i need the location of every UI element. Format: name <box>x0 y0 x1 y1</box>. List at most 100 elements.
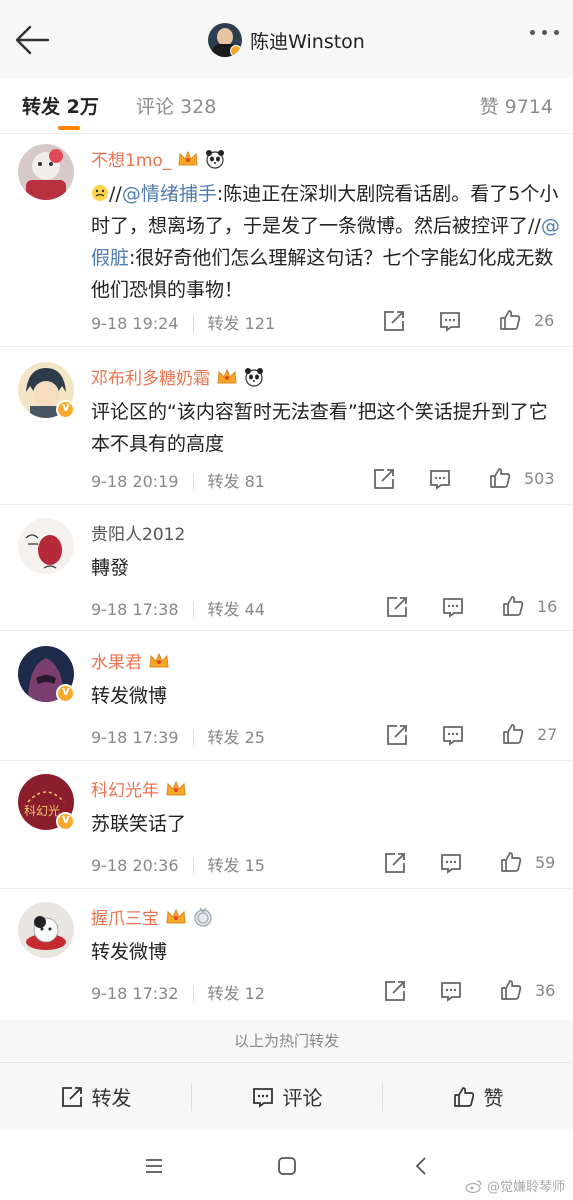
vip-crown-icon <box>166 780 186 795</box>
top-bar: 陈迪Winston <box>0 0 573 78</box>
active-tab-indicator <box>58 126 80 130</box>
forward-button[interactable]: 转发 <box>0 1063 191 1130</box>
avatar[interactable] <box>18 902 74 958</box>
username-text: 科幻光年 <box>91 781 159 801</box>
timestamp: 9-18 17:39 <box>91 728 179 747</box>
share-icon[interactable] <box>385 595 409 619</box>
like-count: 36 <box>535 981 556 1000</box>
avatar[interactable] <box>18 518 74 574</box>
divider <box>0 630 573 631</box>
divider <box>0 346 573 347</box>
comment-icon[interactable] <box>441 723 465 747</box>
forward-count[interactable]: 转发 44 <box>208 600 265 619</box>
post-meta: 9-18 20:19 转发 81 <box>91 468 265 492</box>
username-text: 邓布利多糖奶霜 <box>91 369 210 389</box>
vip-crown-icon <box>166 908 186 923</box>
tab-comment-label: 评论 328 <box>136 96 217 118</box>
timestamp: 9-18 20:19 <box>91 472 179 491</box>
forward-button-label: 转发 <box>91 1086 132 1110</box>
username[interactable]: 贵阳人2012 <box>91 520 185 545</box>
divider <box>0 760 573 761</box>
repost-item: 科幻光 科幻光年 苏联笑话了 9-18 20:36 转发 15 59 <box>0 774 573 884</box>
tab-like-label: 赞 9714 <box>479 96 553 118</box>
post-meta: 9-18 17:38 转发 44 <box>91 596 265 620</box>
repost-content: 评论区的“该内容暂时无法查看”把这个笑话提升到了它本不具有的高度 <box>91 401 548 455</box>
forward-count[interactable]: 转发 121 <box>208 314 276 333</box>
username-text: 握爪三宝 <box>91 909 159 929</box>
vip-crown-icon <box>217 368 237 383</box>
forward-count[interactable]: 转发 25 <box>208 728 265 747</box>
username[interactable]: 不想1mo_ <box>91 146 225 171</box>
watermark-text: @觉嫌聆琴师 <box>486 1180 565 1195</box>
medal-badge-icon <box>194 907 212 927</box>
share-icon[interactable] <box>383 979 407 1003</box>
timestamp: 9-18 20:36 <box>91 856 179 875</box>
tab-like[interactable]: 赞 9714 <box>480 92 553 119</box>
share-icon[interactable] <box>383 851 407 875</box>
timestamp: 9-18 17:32 <box>91 984 179 1003</box>
repost-content: 轉發 <box>91 557 130 579</box>
repost-content: 转发微博 <box>91 941 168 963</box>
repost-item: 邓布利多糖奶霜 评论区的“该内容暂时无法查看”把这个笑话提升到了它本不具有的高度… <box>0 362 573 502</box>
like-count: 26 <box>534 311 555 330</box>
menu-icon[interactable] <box>142 1154 166 1178</box>
comment-icon[interactable] <box>438 309 462 333</box>
repost-content: //@情绪捕手:陈迪正在深圳大剧院看话剧。看了5个小时了，想离场了，于是发了一条… <box>91 178 561 306</box>
comment-button[interactable]: 评论 <box>191 1063 382 1130</box>
like-button[interactable]: 赞 <box>382 1063 573 1130</box>
comment-icon <box>252 1087 273 1108</box>
repost-item: 握爪三宝 转发微博 9-18 17:32 转发 12 36 <box>0 902 573 1012</box>
forward-count[interactable]: 转发 81 <box>208 472 265 491</box>
verified-badge-icon <box>56 684 75 703</box>
username[interactable]: 科幻光年 <box>91 776 187 801</box>
like-icon[interactable] <box>498 308 522 332</box>
forward-count[interactable]: 转发 12 <box>208 984 265 1003</box>
watermark: @觉嫌聆琴师 <box>465 1176 565 1195</box>
like-icon[interactable] <box>488 466 512 490</box>
forward-count[interactable]: 转发 15 <box>208 856 265 875</box>
more-options-icon[interactable] <box>530 30 559 35</box>
repost-content: 苏联笑话了 <box>91 813 187 835</box>
tab-forward[interactable]: 转发 2万 <box>22 92 99 130</box>
author-avatar[interactable] <box>208 23 243 57</box>
username[interactable]: 邓布利多糖奶霜 <box>91 364 264 389</box>
share-icon[interactable] <box>385 723 409 747</box>
bottom-toolbar: 转发 评论 赞 <box>0 1062 573 1130</box>
tab-forward-label: 转发 2万 <box>22 96 99 118</box>
timestamp: 9-18 19:24 <box>91 314 179 333</box>
like-icon <box>453 1086 474 1107</box>
verified-badge-icon <box>56 400 75 419</box>
post-meta: 9-18 17:32 转发 12 <box>91 980 265 1004</box>
page-title-group[interactable]: 陈迪Winston <box>0 20 573 60</box>
username-text: 不想1mo_ <box>91 151 172 171</box>
repost-item: 不想1mo_ //@情绪捕手:陈迪正在深圳大剧院看话剧。看了5个小时了，想离场了… <box>0 144 573 352</box>
username[interactable]: 握爪三宝 <box>91 904 213 929</box>
panda-badge-icon <box>245 367 263 387</box>
share-icon[interactable] <box>372 467 396 491</box>
post-meta: 9-18 17:39 转发 25 <box>91 724 265 748</box>
weibo-logo-icon <box>465 1179 482 1193</box>
tab-comment[interactable]: 评论 328 <box>136 92 216 119</box>
like-icon[interactable] <box>501 594 525 618</box>
share-icon[interactable] <box>382 309 406 333</box>
back-icon[interactable] <box>410 1154 434 1178</box>
like-icon[interactable] <box>499 978 523 1002</box>
repost-item: 水果君 转发微博 9-18 17:39 转发 25 27 <box>0 646 573 756</box>
tab-bar: 转发 2万 评论 328 赞 9714 <box>0 78 573 134</box>
comment-icon[interactable] <box>428 467 452 491</box>
like-count: 27 <box>537 725 558 744</box>
comment-icon[interactable] <box>439 851 463 875</box>
comment-icon[interactable] <box>439 979 463 1003</box>
like-count: 59 <box>535 853 556 872</box>
like-icon[interactable] <box>499 850 523 874</box>
comment-icon[interactable] <box>441 595 465 619</box>
share-icon <box>61 1086 82 1107</box>
avatar[interactable] <box>18 144 74 200</box>
like-icon[interactable] <box>501 722 525 746</box>
username[interactable]: 水果君 <box>91 648 170 673</box>
panda-badge-icon <box>206 149 225 169</box>
username-text: 贵阳人2012 <box>91 525 186 545</box>
mention-link[interactable]: @情绪捕手 <box>122 183 217 205</box>
home-icon[interactable] <box>275 1154 299 1178</box>
content-text: // <box>109 183 122 205</box>
